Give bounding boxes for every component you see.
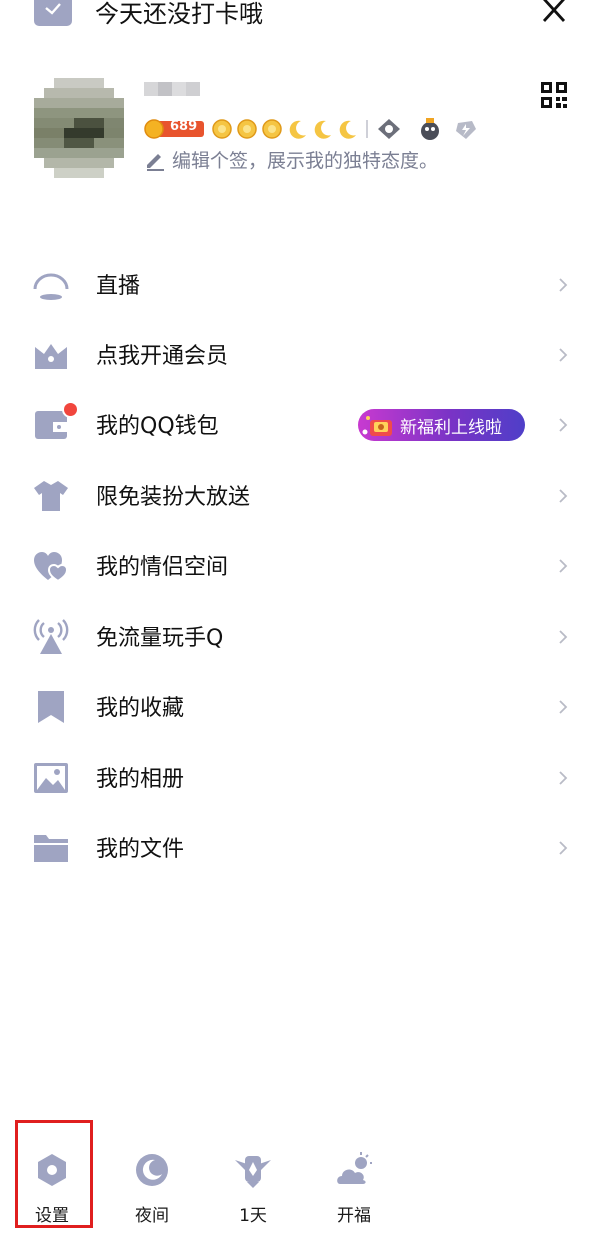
sun-icon xyxy=(262,119,282,139)
moon-icon xyxy=(339,120,356,139)
chevron-right-icon xyxy=(559,630,568,644)
menu-item-label: 点我开通会员 xyxy=(96,344,229,369)
night-mode-label: 夜间 xyxy=(135,1206,169,1226)
chevron-right-icon xyxy=(559,489,568,503)
menu-item-label: 我的相册 xyxy=(96,767,185,792)
penguin-icon xyxy=(421,118,439,140)
qr-code-icon[interactable] xyxy=(541,82,567,108)
lightning-icon xyxy=(456,121,476,139)
antenna-icon xyxy=(33,619,69,654)
avatar[interactable] xyxy=(34,76,124,180)
menu-item-files[interactable]: 我的文件 xyxy=(0,813,600,883)
chevron-right-icon xyxy=(559,559,568,573)
shirt-icon xyxy=(34,481,68,511)
chevron-right-icon xyxy=(559,771,568,785)
sun-icon xyxy=(212,119,232,139)
penguin-hat-icon xyxy=(378,119,400,139)
checkin-checkbox[interactable] xyxy=(34,0,72,26)
moon-icon xyxy=(289,120,306,139)
check-icon xyxy=(45,3,61,15)
days-badge-label: 1天 xyxy=(239,1206,267,1226)
gift-icon xyxy=(362,416,392,436)
menu-item-vip[interactable]: 点我开通会员 xyxy=(0,320,600,390)
menu-item-favorites[interactable]: 我的收藏 xyxy=(0,672,600,742)
signature-text: 编辑个签，展示我的独特态度。 xyxy=(172,150,439,172)
profile-header: 689 编辑个签，展示我的独特态度。 xyxy=(0,70,600,190)
bookmark-icon xyxy=(38,691,64,723)
wallet-notification-dot xyxy=(62,401,79,418)
weather-icon xyxy=(337,1152,372,1184)
chevron-right-icon xyxy=(559,841,568,855)
close-icon[interactable] xyxy=(539,0,569,24)
live-icon xyxy=(33,273,69,300)
menu-item-label: 我的文件 xyxy=(96,837,185,862)
chevron-right-icon xyxy=(559,700,568,714)
chevron-right-icon xyxy=(559,418,568,432)
chevron-right-icon xyxy=(559,278,568,292)
photo-icon xyxy=(34,763,68,793)
settings-highlight-box xyxy=(15,1120,93,1228)
menu-item-outfit[interactable]: 限免装扮大放送 xyxy=(0,461,600,531)
chevron-right-icon xyxy=(559,348,568,362)
menu-item-label: 直播 xyxy=(96,274,141,299)
wallet-promo-badge[interactable]: 新福利上线啦 xyxy=(358,409,525,441)
hearts-icon xyxy=(34,552,69,583)
checkin-text[interactable]: 今天还没打卡哦 xyxy=(95,0,263,29)
signature[interactable]: 编辑个签，展示我的独特态度。 xyxy=(144,146,438,173)
wallet-promo-text: 新福利上线啦 xyxy=(400,417,502,438)
menu-item-album[interactable]: 我的相册 xyxy=(0,743,600,813)
menu-item-live[interactable]: 直播 xyxy=(0,250,600,320)
top-bar: 今天还没打卡哦 xyxy=(0,0,600,30)
badge-icon xyxy=(235,1156,271,1188)
night-mode-button[interactable]: 夜间 xyxy=(116,1146,188,1236)
badge-divider xyxy=(366,120,368,138)
menu-item-label: 限免装扮大放送 xyxy=(96,485,251,510)
nickname-blurred[interactable] xyxy=(144,76,204,102)
menu-item-label: 我的收藏 xyxy=(96,696,185,721)
menu-item-couple-space[interactable]: 我的情侣空间 xyxy=(0,531,600,601)
blessing-label: 开福 xyxy=(337,1206,371,1226)
sun-icon xyxy=(237,119,257,139)
menu-item-label: 我的情侣空间 xyxy=(96,555,229,580)
folder-icon xyxy=(34,835,68,862)
menu-item-free-data[interactable]: 免流量玩手Q xyxy=(0,602,600,672)
level-badges[interactable]: 689 xyxy=(144,116,504,142)
moon-icon xyxy=(314,120,331,139)
edit-pencil-icon xyxy=(147,153,164,171)
menu-item-label: 我的QQ钱包 xyxy=(96,414,219,439)
moon-icon xyxy=(136,1154,168,1186)
menu-item-label: 免流量玩手Q xyxy=(96,626,224,651)
crown-icon xyxy=(35,344,67,369)
blessing-button[interactable]: 开福 xyxy=(318,1146,390,1236)
level-number: 689 xyxy=(170,119,198,134)
days-badge-button[interactable]: 1天 xyxy=(217,1146,289,1236)
